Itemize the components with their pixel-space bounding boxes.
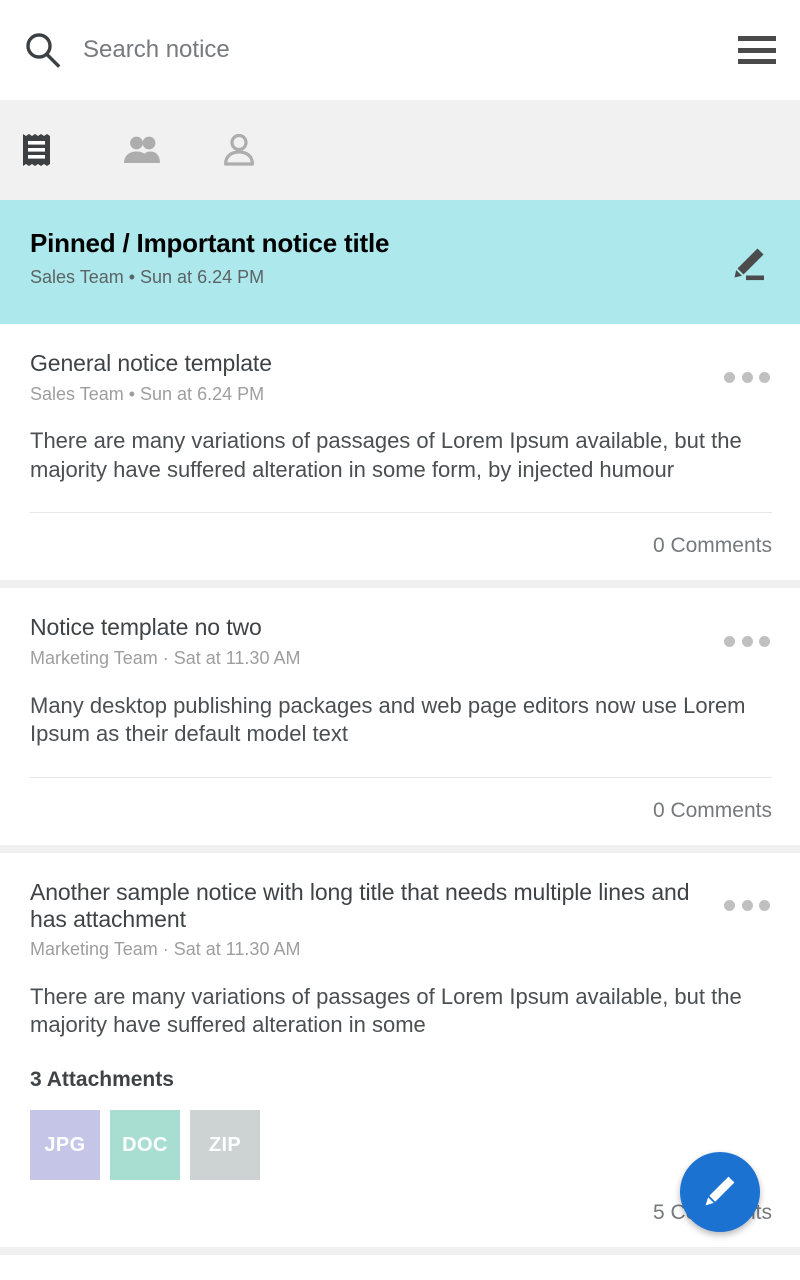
- attachment-chip-zip[interactable]: ZIP: [190, 1110, 260, 1181]
- menu-dot: [724, 635, 735, 647]
- notice-title: Another sample notice with long title th…: [30, 878, 690, 932]
- notice-card-header: General notice template Sales Team • Sun…: [30, 350, 772, 405]
- notice-card[interactable]: General notice template Sales Team • Sun…: [0, 324, 800, 581]
- notice-meta: Sales Team • Sun at 6.24 PM: [30, 383, 265, 404]
- notice-body: There are many variations of passages of…: [30, 428, 742, 482]
- hamburger-bar: [738, 47, 776, 53]
- attachments-list: JPG DOC ZIP: [30, 1110, 772, 1181]
- pinned-notice-meta: Sales Team • Sun at 6.24 PM: [30, 267, 265, 288]
- notice-receipt-icon: [22, 133, 52, 167]
- tab-groups[interactable]: [122, 100, 222, 200]
- overflow-menu-icon[interactable]: [724, 891, 770, 921]
- notice-meta: Marketing Team · Sat at 11.30 AM: [30, 939, 301, 960]
- notice-card-header: Another sample notice with long title th…: [30, 879, 772, 961]
- attachment-chip-doc[interactable]: DOC: [110, 1110, 180, 1181]
- notice-comment-count[interactable]: 5 Comments: [30, 1180, 772, 1247]
- compose-fab-button[interactable]: [680, 1152, 760, 1232]
- overflow-menu-icon[interactable]: [724, 362, 770, 392]
- overflow-menu-icon[interactable]: [724, 626, 770, 656]
- notice-comment-count[interactable]: 0 Comments: [30, 778, 772, 845]
- notice-card-heading: Another sample notice with long title th…: [30, 879, 724, 961]
- menu-dot: [724, 371, 735, 383]
- search-input[interactable]: [83, 30, 722, 70]
- notice-body: Many desktop publishing packages and web…: [30, 692, 746, 747]
- hamburger-bar: [738, 59, 776, 64]
- notice-card-heading: General notice template Sales Team • Sun…: [30, 350, 724, 405]
- card-separator: [0, 844, 800, 853]
- tab-notices[interactable]: [22, 100, 122, 200]
- card-separator: [0, 580, 800, 589]
- notice-body: There are many variations of passages of…: [30, 983, 742, 1038]
- menu-dot: [759, 900, 770, 912]
- hamburger-bar: [738, 36, 776, 41]
- menu-dot: [759, 635, 770, 647]
- menu-dot: [724, 900, 735, 912]
- menu-dot: [759, 371, 770, 383]
- attachments-label: 3 Attachments: [30, 1068, 174, 1092]
- tab-bar: [0, 100, 800, 200]
- compose-pencil-icon: [702, 1173, 738, 1212]
- attachment-chip-jpg[interactable]: JPG: [30, 1110, 100, 1181]
- notice-comment-count[interactable]: 0 Comments: [30, 513, 772, 580]
- menu-dot: [741, 900, 753, 912]
- notice-card-heading: Notice template no two Marketing Team · …: [30, 614, 724, 669]
- pinned-notice[interactable]: Pinned / Important notice title Sales Te…: [0, 200, 800, 324]
- card-separator: [0, 1247, 800, 1256]
- pinned-notice-text: Pinned / Important notice title Sales Te…: [30, 228, 728, 289]
- menu-dot: [741, 371, 753, 383]
- tab-profile[interactable]: [222, 100, 322, 200]
- notice-meta: Marketing Team · Sat at 11.30 AM: [30, 648, 301, 669]
- notice-title: General notice template: [30, 350, 272, 376]
- pinned-notice-title: Pinned / Important notice title: [30, 228, 390, 258]
- search-icon[interactable]: [22, 30, 62, 70]
- edit-pencil-icon[interactable]: [728, 244, 768, 284]
- group-people-icon: [122, 134, 162, 166]
- menu-dot: [741, 635, 753, 647]
- notice-title: Notice template no two: [30, 614, 262, 641]
- notice-card-header: Notice template no two Marketing Team · …: [30, 614, 772, 669]
- person-icon: [222, 133, 256, 167]
- app-bar: [0, 0, 800, 100]
- hamburger-menu-icon[interactable]: [732, 32, 776, 68]
- notice-card[interactable]: Notice template no two Marketing Team · …: [0, 588, 800, 845]
